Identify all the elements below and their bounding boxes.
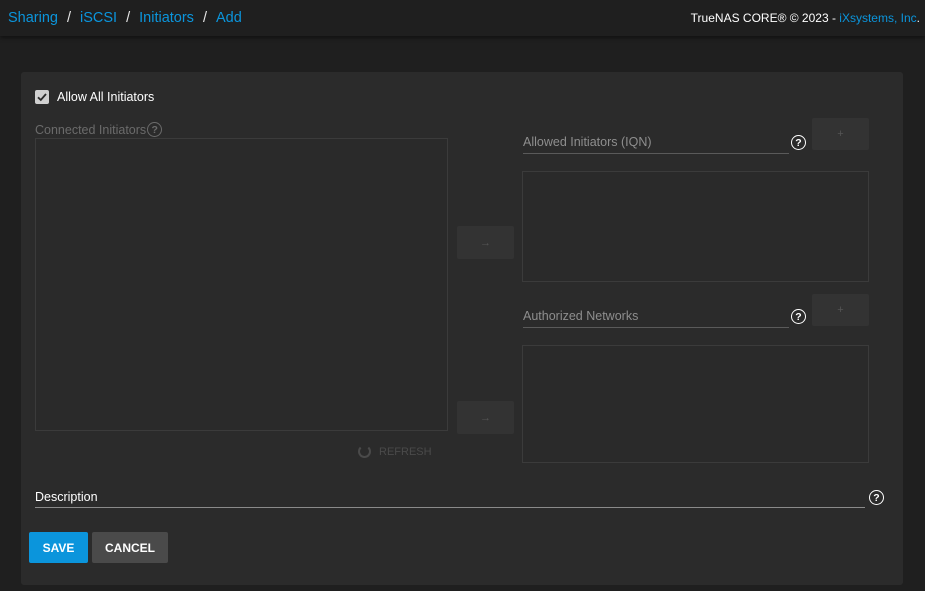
add-to-networks-button[interactable]: → <box>457 401 514 434</box>
refresh-icon <box>358 445 371 458</box>
breadcrumb-initiators[interactable]: Initiators <box>139 10 194 26</box>
top-bar: Sharing / iSCSI / Initiators / Add TrueN… <box>0 0 925 36</box>
breadcrumb-iscsi[interactable]: iSCSI <box>80 10 117 26</box>
copyright: TrueNAS CORE® © 2023 - iXsystems, Inc. <box>691 11 920 25</box>
save-button[interactable]: SAVE <box>29 532 88 563</box>
connected-initiators-header: Connected Initiators ? <box>35 122 163 137</box>
connected-initiators-list[interactable] <box>35 138 448 431</box>
breadcrumb-add[interactable]: Add <box>216 10 242 26</box>
copyright-text: TrueNAS CORE® © 2023 - <box>690 11 840 25</box>
initiator-form-card: Allow All Initiators Connected Initiator… <box>21 72 903 585</box>
allowed-initiators-label: Allowed Initiators (IQN) <box>523 135 652 149</box>
arrow-right-icon: → <box>480 411 491 424</box>
breadcrumb-sharing[interactable]: Sharing <box>8 10 58 26</box>
add-authorized-network-button[interactable]: + <box>812 294 869 326</box>
authorized-networks-label: Authorized Networks <box>523 309 639 323</box>
add-to-allowed-button[interactable]: → <box>457 226 514 259</box>
allowed-initiators-input[interactable] <box>523 153 789 154</box>
authorized-networks-list[interactable] <box>522 345 869 463</box>
copyright-suffix: . <box>916 11 920 25</box>
plus-icon: + <box>837 128 844 140</box>
connected-initiators-label: Connected Initiators <box>35 122 147 137</box>
refresh-button[interactable]: REFRESH <box>358 445 432 458</box>
help-icon[interactable]: ? <box>147 122 163 137</box>
breadcrumb-separator: / <box>202 10 207 26</box>
help-icon[interactable]: ? <box>791 309 806 324</box>
plus-icon: + <box>837 304 844 316</box>
help-icon[interactable]: ? <box>791 135 806 150</box>
allow-all-initiators-checkbox[interactable]: Allow All Initiators <box>35 90 154 104</box>
breadcrumb-separator: / <box>126 10 131 26</box>
allowed-initiators-list[interactable] <box>522 171 869 282</box>
description-input[interactable] <box>35 482 865 508</box>
arrow-right-icon: → <box>480 236 491 249</box>
allow-all-initiators-label: Allow All Initiators <box>57 90 155 104</box>
refresh-label: REFRESH <box>379 445 432 458</box>
copyright-brand-link[interactable]: iXsystems, Inc <box>839 11 916 25</box>
add-allowed-initiator-button[interactable]: + <box>812 118 869 150</box>
breadcrumb-separator: / <box>66 10 72 26</box>
authorized-networks-input[interactable] <box>523 327 789 328</box>
breadcrumb: Sharing / iSCSI / Initiators / Add <box>8 10 242 26</box>
help-icon[interactable]: ? <box>869 490 884 505</box>
cancel-button[interactable]: CANCEL <box>92 532 168 563</box>
checkbox-checked-icon[interactable] <box>35 90 49 104</box>
